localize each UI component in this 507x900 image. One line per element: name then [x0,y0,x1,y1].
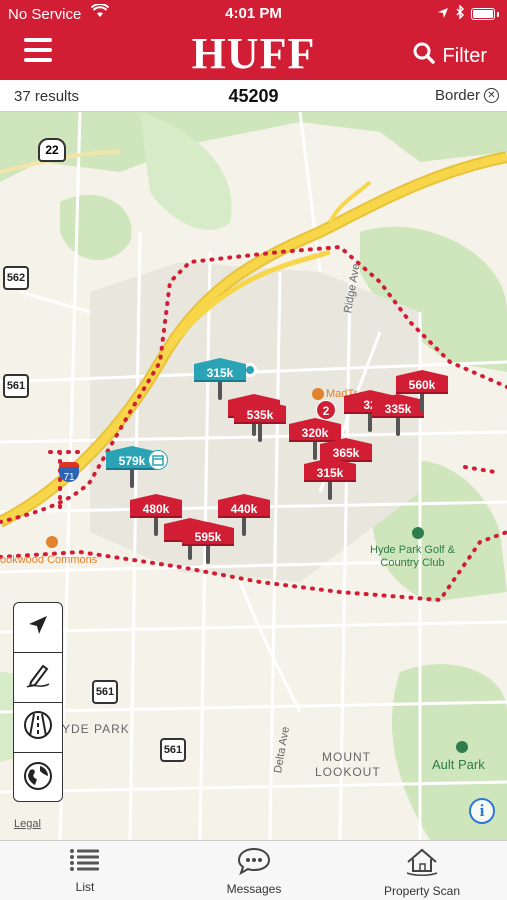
pin-price: 560k [396,370,448,394]
golf-label-line2: Country Club [380,557,445,569]
pin-price: 440k [218,494,270,518]
tab-bar: List Messages Property Scan [0,840,507,900]
mount-lookout-label-1: MOUNT [322,750,371,764]
search-icon [413,42,435,70]
status-bar: No Service 4:01 PM [0,0,507,28]
tab-property-scan-label: Property Scan [383,884,461,898]
legal-link[interactable]: Legal [14,818,41,830]
chat-bubble-icon [237,847,271,878]
cluster-badge[interactable]: 2 [316,400,336,420]
tab-list[interactable]: List [50,847,120,894]
tab-messages[interactable]: Messages [214,847,294,896]
pin-price: 315k [304,458,356,482]
map-tools-panel [13,602,63,802]
map-view[interactable]: Ridge Ave Delta Ave YDE PARK MOUNT LOOKO… [0,112,507,840]
commute-button[interactable] [14,703,62,753]
info-icon[interactable]: i [469,798,495,824]
tab-list-label: List [75,880,95,894]
hyde-park-golf-label: Hyde Park Golf & Country Club [370,544,455,570]
listing-pin[interactable]: 595k [182,516,234,564]
draw-area-button[interactable] [14,653,62,703]
top-bar: No Service 4:01 PM HUFF Filter [0,0,507,80]
route-562-shield: 562 [3,266,29,290]
hyde-park-label: YDE PARK [62,722,130,736]
tab-property-scan[interactable]: Property Scan [372,847,472,898]
route-561-shield-west: 561 [3,374,29,398]
rookwood-commons-label: ookwood Commons [0,554,98,566]
mount-lookout-label-2: LOOKOUT [315,765,381,779]
filter-label: Filter [442,44,487,67]
route-561-shield-lower: 561 [160,738,186,762]
ault-park-label: Ault Park [432,757,485,772]
list-icon [69,849,101,876]
battery-icon [471,8,495,20]
filter-button[interactable]: Filter [413,42,487,70]
clock: 4:01 PM [225,5,282,22]
locate-me-button[interactable] [14,603,62,653]
close-circle-icon: ✕ [484,88,499,103]
listing-pin[interactable]: 315k [304,452,356,500]
location-arrow-icon [26,613,50,642]
pin-price: 315k [194,358,246,382]
pin-price: 535k [234,400,286,424]
pin-price: 595k [182,522,234,546]
location-arrow-icon [437,6,449,23]
bluetooth-icon [455,4,465,23]
tab-messages-label: Messages [226,882,282,896]
listing-pin[interactable]: 535k [234,394,286,442]
map-type-button[interactable] [14,753,62,803]
calendar-icon [148,450,168,470]
listing-pin[interactable]: 560k [396,364,448,412]
globe-icon [23,761,53,796]
border-toggle-button[interactable]: Border ✕ [435,87,499,104]
results-count: 37 results [14,88,80,105]
us-22-shield: 22 [38,138,66,162]
house-scan-icon [405,848,439,880]
results-bar: 37 results 45209 Border ✕ [0,80,507,112]
interstate-71-shield: 71 [59,462,79,483]
route-561-shield-south: 561 [92,680,118,704]
golf-label-line1: Hyde Park Golf & [370,544,455,556]
pencil-icon [23,660,53,695]
road-icon [23,710,53,745]
border-label: Border [434,87,480,104]
